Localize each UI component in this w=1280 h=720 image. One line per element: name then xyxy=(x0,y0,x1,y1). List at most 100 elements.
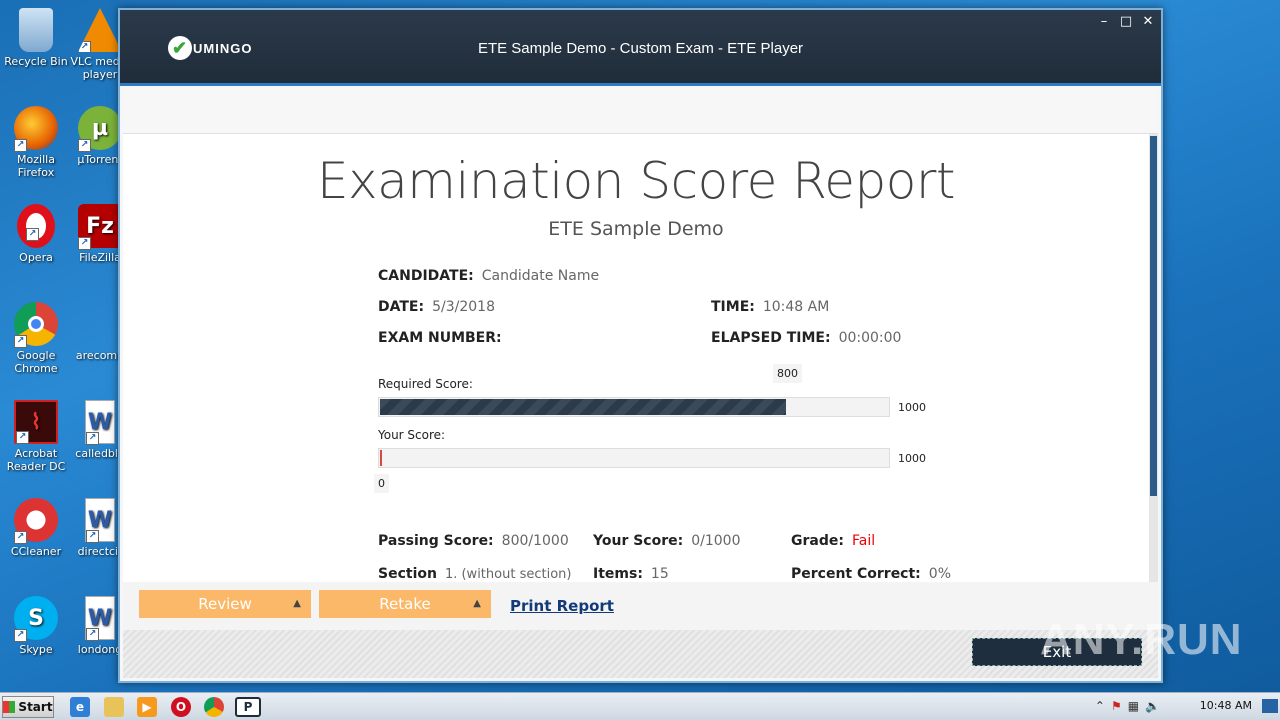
required-score-fill xyxy=(380,399,786,415)
items-field: Items: 15 xyxy=(593,566,669,582)
ete-player-window: ✔ UMINGO ETE Sample Demo - Custom Exam -… xyxy=(118,8,1163,683)
word-doc-icon: W ↗ xyxy=(85,498,115,543)
minimize-button[interactable]: – xyxy=(1097,14,1111,29)
percent-correct-field: Percent Correct: 0% xyxy=(791,566,951,582)
vlc-icon: ↗ xyxy=(78,8,122,52)
caret-up-icon: ▲ xyxy=(293,598,301,609)
volume-icon[interactable]: 🔈 xyxy=(1145,699,1160,713)
opera-taskbar-icon[interactable]: O xyxy=(171,697,191,717)
desktop-icon-chrome[interactable]: ↗ Google Chrome xyxy=(0,302,72,375)
your-score-field: Your Score: 0/1000 xyxy=(593,533,740,549)
date-field: DATE: 5/3/2018 xyxy=(378,299,495,315)
report-subtitle: ETE Sample Demo xyxy=(548,218,724,240)
show-desktop-button[interactable] xyxy=(1262,699,1278,713)
scrollbar-thumb[interactable] xyxy=(1150,136,1157,496)
start-label: Start xyxy=(18,700,53,714)
anyrun-watermark: ANY.RUN xyxy=(1040,615,1243,664)
media-player-taskbar-icon[interactable]: ▶ xyxy=(137,697,157,717)
caret-up-icon: ▲ xyxy=(473,598,481,609)
date-label: DATE: xyxy=(378,299,425,315)
desktop-icon-label: µTorrent xyxy=(77,153,123,166)
desktop-icon-skype[interactable]: S ↗ Skype xyxy=(0,596,72,656)
utorrent-icon: µ ↗ xyxy=(78,106,122,152)
candidate-field: CANDIDATE: Candidate Name xyxy=(378,268,599,284)
taskbar-clock[interactable]: 10:48 AM xyxy=(1200,699,1252,712)
required-score-bar xyxy=(378,397,890,417)
ie-taskbar-icon[interactable]: e xyxy=(70,697,90,717)
required-score-label: Required Score: xyxy=(378,377,473,391)
filezilla-icon: Fz ↗ xyxy=(78,204,122,250)
desktop-icon-acrobat[interactable]: ⌇ ↗ Acrobat Reader DC xyxy=(0,400,72,473)
candidate-label: CANDIDATE: xyxy=(378,268,474,284)
flag-icon[interactable]: ⚑ xyxy=(1111,699,1122,713)
retake-button[interactable]: Retake ▲ xyxy=(319,590,491,618)
ccleaner-icon: ↗ xyxy=(14,498,58,544)
time-value: 10:48 AM xyxy=(762,299,830,315)
percent-value: 0% xyxy=(928,566,951,582)
chrome-icon: ↗ xyxy=(14,302,58,348)
start-button[interactable]: Start xyxy=(2,696,54,718)
desktop-icon-label: Mozilla Firefox xyxy=(17,153,55,179)
date-value: 5/3/2018 xyxy=(432,299,495,315)
desktop-icon-label: directcit xyxy=(77,545,123,558)
exam-number-field: EXAM NUMBER: xyxy=(378,330,510,346)
windows-logo-icon xyxy=(3,701,16,713)
ete-player-taskbar-icon[interactable]: P xyxy=(235,697,261,717)
close-button[interactable]: ✕ xyxy=(1141,14,1155,29)
passing-score-field: Passing Score: 800/1000 xyxy=(378,533,569,549)
firefox-icon: ↗ xyxy=(14,106,58,152)
title-bar: ✔ UMINGO ETE Sample Demo - Custom Exam -… xyxy=(120,10,1161,86)
your-score-fill xyxy=(380,450,382,466)
desktop-icon-firefox[interactable]: ↗ Mozilla Firefox xyxy=(0,106,72,179)
your-score-marker: 0 xyxy=(374,474,389,493)
taskbar: Start e ▶ O P ⌃ ⚑ ▦ 🔈 10:48 AM xyxy=(0,692,1280,720)
items-value: 15 xyxy=(650,566,669,582)
desktop-icon-opera[interactable]: ↗ Opera xyxy=(0,204,72,264)
action-bar: Review ▲ Retake ▲ Print Report xyxy=(123,582,1158,630)
desktop-icon-label: londong xyxy=(77,643,123,656)
maximize-button[interactable]: □ xyxy=(1119,14,1133,29)
your-score-value: 0/1000 xyxy=(691,533,741,549)
section-value: 1. (without section) xyxy=(444,567,572,582)
network-icon[interactable]: ▦ xyxy=(1128,699,1139,713)
desktop-icon-ccleaner[interactable]: ↗ CCleaner xyxy=(0,498,72,558)
passing-label: Passing Score: xyxy=(378,533,494,549)
score-report: Examination Score Report ETE Sample Demo… xyxy=(123,134,1149,582)
window-title: ETE Sample Demo - Custom Exam - ETE Play… xyxy=(477,40,804,57)
grade-value: Fail xyxy=(851,533,876,549)
time-label: TIME: xyxy=(711,299,755,315)
chrome-taskbar-icon[interactable] xyxy=(204,697,224,717)
word-doc-icon: W ↗ xyxy=(85,596,115,641)
time-field: TIME: 10:48 AM xyxy=(711,299,829,315)
percent-label: Percent Correct: xyxy=(791,566,921,582)
desktop-icon-label: Skype xyxy=(19,643,53,656)
system-tray: ⌃ ⚑ ▦ 🔈 xyxy=(1095,699,1160,713)
toolbar-strip xyxy=(123,88,1158,134)
opera-icon: ↗ xyxy=(17,204,55,248)
acrobat-icon: ⌇ ↗ xyxy=(14,400,58,444)
elapsed-time-field: ELAPSED TIME: 00:00:00 xyxy=(711,330,901,346)
review-button[interactable]: Review ▲ xyxy=(139,590,311,618)
tray-expand-icon[interactable]: ⌃ xyxy=(1095,699,1105,713)
required-score-max: 1000 xyxy=(898,401,926,414)
grade-field: Grade: Fail xyxy=(791,533,875,549)
desktop-icon-label: CCleaner xyxy=(10,545,62,558)
elapsed-value: 00:00:00 xyxy=(838,330,902,346)
retake-label: Retake xyxy=(379,595,431,613)
word-doc-icon: W ↗ xyxy=(85,400,115,445)
section-label: Section xyxy=(378,566,437,582)
section-field: Section 1. (without section) xyxy=(378,566,571,582)
desktop-icon-label: Google Chrome xyxy=(14,349,58,375)
recycle-bin-icon xyxy=(19,8,53,52)
desktop-icon-label: arecomp xyxy=(75,349,125,362)
your-score-bar xyxy=(378,448,890,468)
skype-icon: S ↗ xyxy=(14,596,58,642)
report-title: Examination Score Report xyxy=(316,152,956,210)
print-report-link[interactable]: Print Report xyxy=(510,597,614,615)
desktop-icon-recycle-bin[interactable]: Recycle Bin xyxy=(0,8,72,68)
your-score-bar-label: Your Score: xyxy=(378,428,446,442)
grade-label: Grade: xyxy=(791,533,844,549)
vertical-scrollbar[interactable] xyxy=(1149,134,1158,582)
explorer-taskbar-icon[interactable] xyxy=(104,697,124,717)
items-label: Items: xyxy=(593,566,643,582)
